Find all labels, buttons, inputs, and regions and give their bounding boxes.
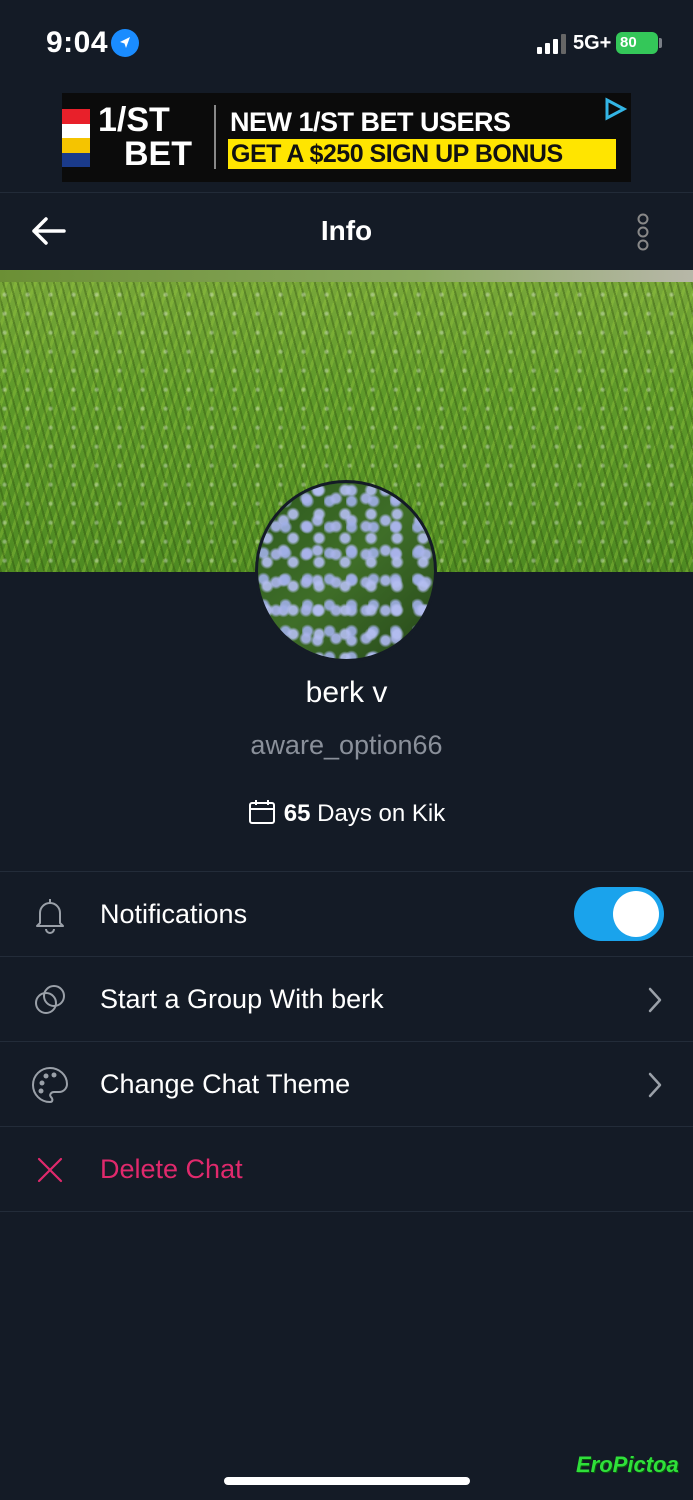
status-bar: 9:04 5G+ 80: [0, 0, 693, 88]
avatar[interactable]: [255, 480, 437, 662]
display-name: berk v: [305, 676, 388, 709]
group-icon: [30, 980, 70, 1020]
toggle-knob: [613, 891, 659, 937]
chevron-right-icon: [646, 985, 664, 1015]
username: aware_option66: [250, 730, 443, 760]
start-group-label: Start a Group With berk: [100, 984, 384, 1014]
ad-divider: [214, 105, 216, 169]
days-label: Days on Kik: [310, 800, 446, 827]
battery-tip: [659, 38, 662, 48]
ad-logo-line1: 1/ST: [98, 101, 170, 139]
home-indicator[interactable]: [224, 1477, 470, 1485]
top-nav-bar: Info: [0, 192, 693, 270]
network-type: 5G+: [573, 32, 612, 54]
notifications-row[interactable]: Notifications: [0, 872, 693, 957]
ad-banner[interactable]: 1/ST BET NEW 1/ST BET USERS GET A $250 S…: [62, 93, 631, 182]
palette-icon: [30, 1065, 70, 1105]
change-theme-row[interactable]: Change Chat Theme: [0, 1042, 693, 1127]
bell-icon: [30, 895, 70, 935]
location-arrow-icon: [111, 29, 139, 57]
change-theme-label: Change Chat Theme: [100, 1069, 351, 1099]
ad-choices-icon[interactable]: [602, 96, 628, 122]
ad-logo-line2: BET: [124, 135, 192, 173]
ad-headline: NEW 1/ST BET USERS: [230, 107, 511, 137]
settings-list: Notifications Start a Group With berk Ch…: [0, 871, 693, 1212]
days-count: 65: [283, 800, 311, 827]
status-time: 9:04: [46, 26, 109, 59]
close-icon: [30, 1150, 70, 1190]
battery-icon: 80: [616, 32, 658, 54]
watermark: EroPictoa: [576, 1452, 679, 1477]
page-title: Info: [320, 215, 373, 246]
signal-icon: [537, 34, 569, 54]
delete-chat-label: Delete Chat: [100, 1154, 243, 1184]
chevron-right-icon: [646, 1070, 664, 1100]
ad-logo: 1/ST BET: [98, 103, 192, 171]
ad-subline: GET A $250 SIGN UP BONUS: [228, 139, 616, 169]
notifications-toggle[interactable]: [574, 887, 664, 941]
more-vertical-icon[interactable]: [628, 213, 658, 253]
notifications-label: Notifications: [100, 899, 248, 929]
battery-level: 80: [620, 34, 637, 51]
delete-chat-row[interactable]: Delete Chat: [0, 1127, 693, 1212]
start-group-row[interactable]: Start a Group With berk: [0, 957, 693, 1042]
calendar-icon: [248, 799, 276, 825]
days-on-kik: 65 Days on Kik: [0, 799, 693, 828]
ad-flag-logo: [62, 109, 90, 167]
